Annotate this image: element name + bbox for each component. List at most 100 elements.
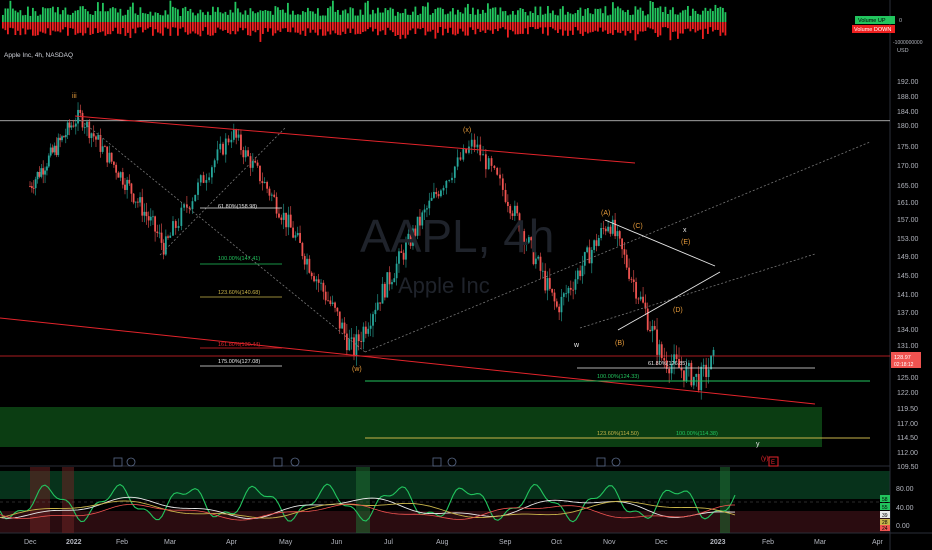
volume-up-bar [322, 15, 324, 22]
volume-up-bar [224, 11, 227, 22]
volume-down-bar [169, 22, 172, 36]
volume-up-bar [14, 10, 17, 22]
candle-body [83, 127, 86, 129]
candle-body [296, 232, 299, 236]
volume-up-bar [187, 11, 189, 22]
candle-body [435, 191, 438, 195]
candle-body [322, 282, 325, 292]
volume-up-bar [629, 15, 632, 22]
volume-up-bar [387, 10, 389, 22]
volume-up-bar [17, 12, 19, 22]
osc-highlight-band [30, 467, 50, 533]
volume-down-bar [619, 22, 622, 34]
symbol-info[interactable]: Apple Inc, 4h, NASDAQ [4, 52, 73, 59]
volume-down-bar [249, 22, 252, 36]
volume-up-bar [554, 14, 557, 22]
volume-down-bar [662, 22, 664, 28]
volume-down-bar [394, 22, 397, 36]
volume-down-bar [214, 22, 217, 33]
volume-up-bar [437, 7, 439, 22]
volume-down-bar [294, 22, 297, 33]
volume-down-bar [319, 22, 322, 30]
candle-body [611, 219, 614, 234]
volume-down-bar [392, 22, 394, 33]
volume-up-bar [242, 14, 244, 22]
volume-up-bar [314, 13, 317, 22]
volume-down-bar [307, 22, 309, 29]
candle-body [235, 129, 238, 138]
candle-body [499, 174, 501, 179]
price-tick: 188.00 [897, 94, 919, 101]
volume-up-bar [49, 8, 52, 22]
volume-down-bar [652, 22, 654, 30]
candle-body [72, 125, 75, 127]
volume-up-bar [19, 10, 22, 22]
volume-up-bar [634, 6, 637, 22]
volume-up-bar [127, 9, 129, 22]
candle-body [268, 188, 271, 196]
candle-body [194, 194, 197, 202]
volume-down-bar [22, 22, 24, 29]
candle-body [177, 225, 180, 228]
fib-label-100: 100.00%(147.41) [218, 256, 260, 262]
volume-up-bar [399, 13, 402, 22]
volume-down-bar [584, 22, 587, 32]
candle-body [338, 311, 341, 329]
volume-up-bar [202, 12, 204, 22]
volume-down-bar [52, 22, 54, 31]
candle-body [266, 182, 268, 189]
volume-down-bar [157, 22, 159, 33]
volume-down-bar [712, 22, 714, 32]
candle-body [579, 270, 582, 277]
volume-up-bar [414, 6, 417, 22]
volume-down-bar [204, 22, 207, 28]
chart-canvas[interactable]: AAPL, 4h Apple Inc Apple Inc, 4h, NASDAQ… [0, 0, 932, 550]
volume-up-bar [34, 11, 37, 22]
volume-up-bar [84, 8, 87, 22]
volume-up-bar [359, 9, 362, 22]
candle-body [364, 326, 367, 334]
volume-up-bar [589, 13, 592, 22]
candle-body [618, 231, 621, 239]
volume-up-bar [317, 8, 319, 22]
fib-label-123-6-b: 123.60%(114.50) [597, 431, 639, 437]
volume-down-bar [97, 22, 99, 33]
volume-down-bar [719, 22, 722, 36]
candle-body [448, 180, 451, 181]
volume-down-bar [199, 22, 202, 37]
volume-up-bar [574, 13, 577, 22]
candle-body [493, 165, 496, 169]
volume-down-bar [469, 22, 472, 28]
volume-up-bar [664, 6, 667, 22]
volume-up-bar [74, 10, 77, 22]
volume-down-bar [459, 22, 462, 29]
volume-down-bar [582, 22, 584, 36]
volume-down-bar [567, 22, 569, 36]
volume-up-bar [512, 11, 514, 22]
volume-up-bar [369, 14, 372, 22]
candle-body [49, 147, 52, 156]
volume-up-bar [64, 7, 67, 22]
volume-up-bar [619, 8, 622, 22]
candle-body [97, 134, 100, 140]
volume-up-bar [422, 6, 424, 22]
volume-down-bar [317, 22, 319, 36]
volume-up-bar [12, 8, 14, 22]
price-tick: 141.00 [897, 292, 919, 299]
candle-body [574, 279, 577, 290]
volume-down-bar [449, 22, 452, 28]
candle-body [208, 177, 211, 181]
volume-up-bar [627, 9, 629, 22]
volume-up-bar [667, 14, 669, 22]
volume-down-bar [587, 22, 589, 34]
volume-up-bar [47, 8, 49, 22]
volume-down-bar [284, 22, 287, 29]
volume-up-bar [72, 12, 74, 22]
candle-body [320, 282, 322, 284]
volume-down-bar [119, 22, 122, 35]
candle-body [473, 139, 476, 148]
candle-body [136, 201, 139, 203]
volume-up-bar [539, 6, 542, 22]
candle-body [149, 216, 152, 221]
candle-body [625, 254, 628, 268]
